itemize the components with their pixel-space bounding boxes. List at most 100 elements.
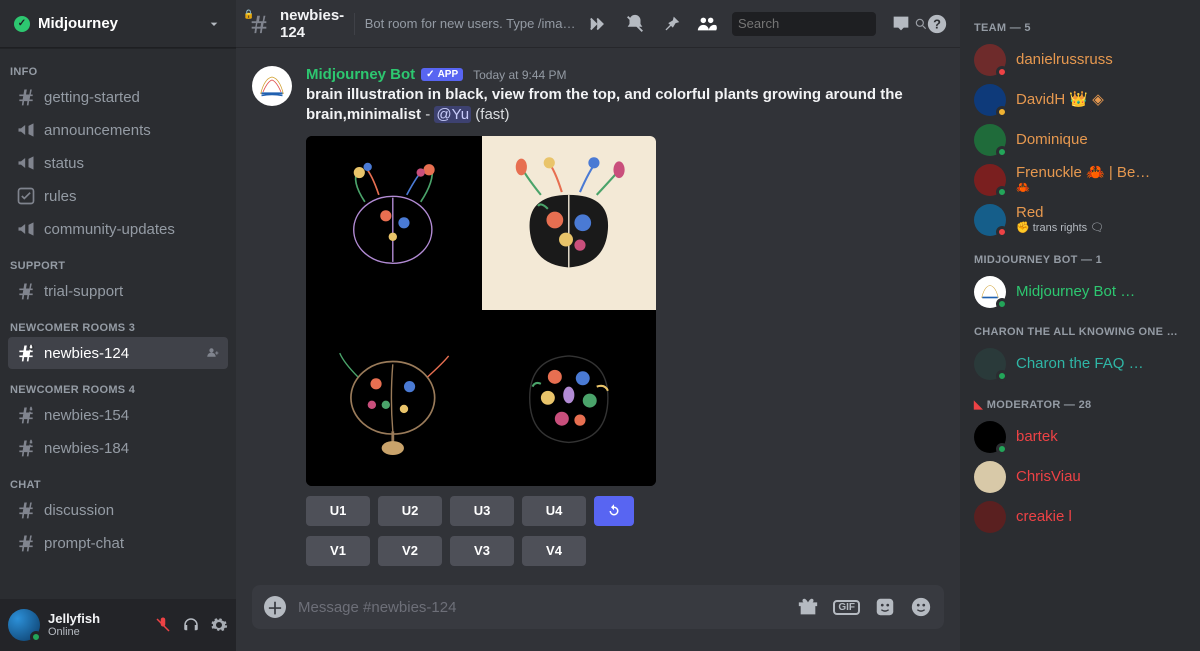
upscale-u2[interactable]: U2	[378, 496, 442, 526]
message: Midjourney Bot ✓ APP Today at 9:44 PM br…	[252, 66, 944, 566]
inbox-icon[interactable]	[890, 13, 912, 35]
member-item[interactable]: Red✊ trans rights 🗨	[968, 200, 1192, 240]
upscale-u1[interactable]: U1	[306, 496, 370, 526]
composer-placeholder[interactable]: Message #newbies-124	[298, 599, 785, 616]
member-avatar	[974, 44, 1006, 76]
threads-icon[interactable]	[588, 13, 610, 35]
member-avatar	[974, 204, 1006, 236]
hash-icon	[16, 533, 36, 553]
sticker-icon[interactable]	[874, 596, 896, 618]
member-avatar	[974, 501, 1006, 533]
member-item[interactable]: Charon the FAQ … ✓ APP	[968, 344, 1192, 384]
upscale-u4[interactable]: U4	[522, 496, 586, 526]
channel-title: newbies-124	[280, 7, 344, 41]
channel-newbies-124[interactable]: newbies-124	[8, 337, 228, 369]
server-header[interactable]: ✓ Midjourney	[0, 0, 236, 48]
gear-icon[interactable]	[210, 616, 228, 634]
member-item[interactable]: ChrisViau	[968, 457, 1192, 497]
channel-status[interactable]: status	[8, 147, 228, 179]
member-name: ChrisViau	[1016, 468, 1081, 486]
author-name[interactable]: Midjourney Bot	[306, 66, 415, 83]
member-name: Midjourney Bot ✓ APP	[1016, 283, 1156, 301]
channel-category[interactable]: NEWCOMER ROOMS 3	[0, 308, 236, 336]
member-category: MIDJOURNEY BOT — 1	[968, 240, 1192, 272]
self-avatar[interactable]	[8, 609, 40, 641]
variation-v4[interactable]: V4	[522, 536, 586, 566]
member-name: creakie l	[1016, 508, 1072, 526]
verified-icon: ✓	[14, 16, 30, 32]
search-box[interactable]	[732, 12, 876, 36]
channel-newbies-184[interactable]: newbies-184	[8, 432, 228, 464]
gift-icon[interactable]	[797, 596, 819, 618]
member-category: ◣MODERATOR — 28	[968, 384, 1192, 417]
member-item[interactable]: Dominique	[968, 120, 1192, 160]
member-category: TEAM — 5	[968, 8, 1192, 40]
help-icon[interactable]: ?	[926, 13, 948, 35]
channel-category[interactable]: SUPPORT	[0, 246, 236, 274]
message-list: Midjourney Bot ✓ APP Today at 9:44 PM br…	[236, 48, 960, 585]
author-avatar[interactable]	[252, 66, 292, 106]
variation-v2[interactable]: V2	[378, 536, 442, 566]
invite-icon[interactable]	[204, 345, 220, 361]
notifications-icon[interactable]	[624, 13, 646, 35]
attach-icon[interactable]: ＋	[264, 596, 286, 618]
svg-text:?: ?	[933, 16, 941, 31]
channel-getting-started[interactable]: getting-started	[8, 81, 228, 113]
emoji-icon[interactable]	[910, 596, 932, 618]
channel-prompt-chat[interactable]: prompt-chat	[8, 527, 228, 559]
app-badge: ✓ APP	[421, 68, 463, 81]
upscale-row: U1 U2 U3 U4	[306, 496, 944, 526]
member-category: CHARON THE ALL KNOWING ONE …	[968, 312, 1192, 344]
search-input[interactable]	[738, 16, 914, 31]
headphones-icon[interactable]	[182, 616, 200, 634]
channel-category[interactable]: INFO	[0, 52, 236, 80]
chevron-down-icon[interactable]	[206, 16, 222, 32]
member-item[interactable]: Midjourney Bot ✓ APP	[968, 272, 1192, 312]
self-username: Jellyfish	[48, 612, 100, 626]
channel-topic[interactable]: Bot room for new users. Type /imagine th…	[365, 16, 578, 31]
app-badge: ✓ APP	[1120, 288, 1156, 299]
grid-tile[interactable]	[482, 136, 657, 311]
member-avatar	[974, 461, 1006, 493]
member-avatar	[974, 348, 1006, 380]
prompt-text: brain illustration in black, view from t…	[306, 85, 926, 126]
channel-announcements[interactable]: announcements	[8, 114, 228, 146]
grid-tile[interactable]	[306, 136, 481, 311]
upscale-u3[interactable]: U3	[450, 496, 514, 526]
member-avatar	[974, 124, 1006, 156]
member-item[interactable]: bartek	[968, 417, 1192, 457]
server-name: Midjourney	[38, 15, 118, 32]
channel-list: INFOgetting-startedannouncementsstatusru…	[0, 48, 236, 599]
hash-icon: 🔒	[248, 13, 270, 35]
member-status-text: 🦀	[1016, 182, 1156, 195]
member-avatar	[974, 164, 1006, 196]
member-name: DavidH 👑 ◈	[1016, 91, 1104, 109]
grid-tile[interactable]	[306, 311, 481, 486]
channel-trial-support[interactable]: trial-support	[8, 275, 228, 307]
grid-tile[interactable]	[482, 311, 657, 486]
user-panel: Jellyfish Online	[0, 599, 236, 651]
variation-v3[interactable]: V3	[450, 536, 514, 566]
channel-newbies-154[interactable]: newbies-154	[8, 399, 228, 431]
members-icon[interactable]	[696, 13, 718, 35]
channel-category[interactable]: CHAT	[0, 465, 236, 493]
pin-icon[interactable]	[660, 13, 682, 35]
member-avatar	[974, 421, 1006, 453]
member-name: Red	[1016, 204, 1104, 222]
member-item[interactable]: creakie l	[968, 497, 1192, 537]
channel-community-updates[interactable]: community-updates	[8, 213, 228, 245]
member-item[interactable]: DavidH 👑 ◈	[968, 80, 1192, 120]
mute-icon[interactable]	[154, 616, 172, 634]
reroll-button[interactable]	[594, 496, 634, 526]
message-composer[interactable]: ＋ Message #newbies-124 GIF	[252, 585, 944, 629]
result-grid[interactable]	[306, 136, 656, 486]
member-item[interactable]: Frenuckle 🦀 | Beep …🦀	[968, 160, 1192, 200]
member-item[interactable]: danielrussruss	[968, 40, 1192, 80]
hash-icon	[16, 500, 36, 520]
variation-v1[interactable]: V1	[306, 536, 370, 566]
channel-discussion[interactable]: discussion	[8, 494, 228, 526]
channel-rules[interactable]: rules	[8, 180, 228, 212]
mention[interactable]: @Yu	[434, 106, 471, 123]
channel-category[interactable]: NEWCOMER ROOMS 4	[0, 370, 236, 398]
gif-icon[interactable]: GIF	[833, 600, 860, 615]
